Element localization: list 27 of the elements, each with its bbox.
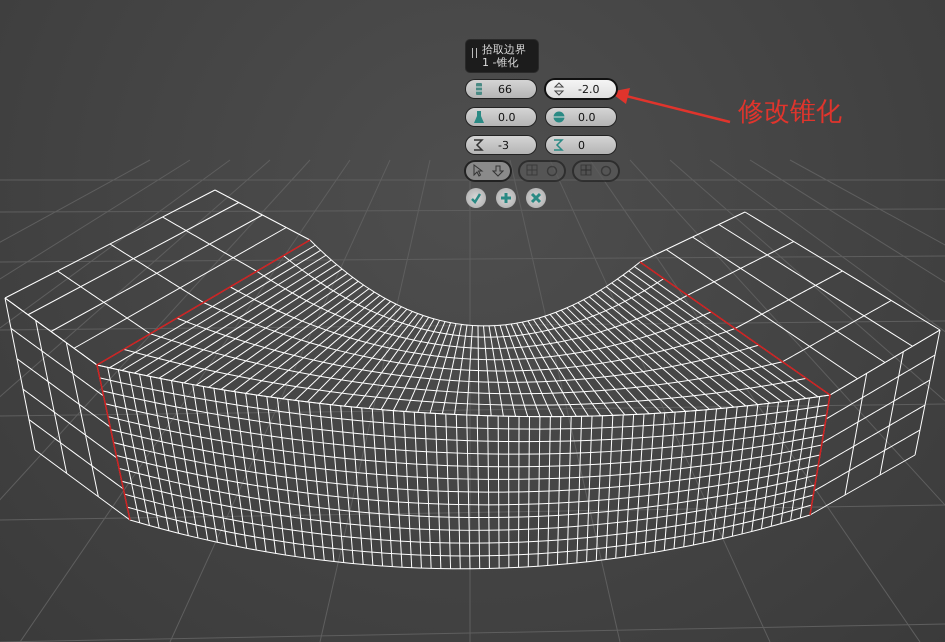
down-arrow-icon	[492, 165, 504, 177]
grid-icon	[580, 164, 594, 178]
spinner-field[interactable]: 0.0	[546, 108, 616, 126]
spinner-field[interactable]: 0	[546, 136, 616, 154]
z-shape-icon	[472, 138, 486, 152]
cancel-button[interactable]	[526, 188, 546, 208]
grip-icon[interactable]	[472, 48, 477, 58]
apply-button[interactable]	[496, 188, 516, 208]
spinner-field[interactable]: -2.0	[546, 80, 616, 98]
rotate-icon	[546, 165, 558, 177]
tool-button[interactable]	[466, 162, 510, 180]
annotation-text: 修改锥化	[738, 96, 842, 129]
checkmark-icon	[469, 191, 483, 205]
rotate-icon	[600, 165, 612, 177]
cursor-icon	[472, 164, 486, 178]
grid-icon	[526, 164, 540, 178]
close-icon	[529, 191, 543, 205]
spinner-field[interactable]: 66	[466, 80, 536, 98]
up-down-arrows-icon	[552, 82, 566, 96]
z-shape-icon	[552, 138, 566, 152]
caddy-title-text: 拾取边界 1 -锥化	[482, 43, 526, 69]
spinner-field[interactable]: 0.0	[466, 108, 536, 126]
plus-icon	[499, 191, 513, 205]
sphere-icon	[552, 110, 566, 124]
ok-button[interactable]	[466, 188, 486, 208]
flask-icon	[472, 110, 486, 124]
spinner-field[interactable]: -3	[466, 136, 536, 154]
